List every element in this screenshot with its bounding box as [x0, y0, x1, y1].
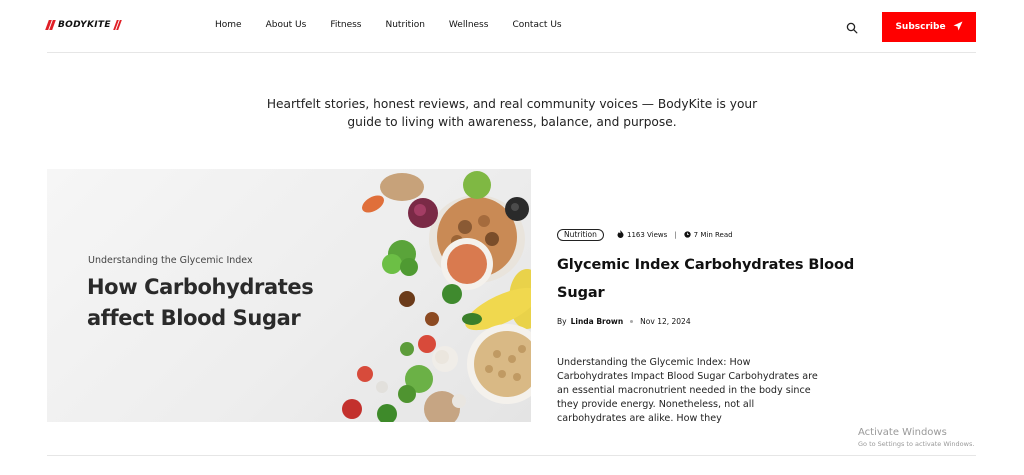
logo-slash-icon — [112, 20, 122, 30]
activate-windows-watermark: Activate Windows Go to Settings to activ… — [858, 426, 974, 449]
watermark-subtitle: Go to Settings to activate Windows. — [858, 440, 975, 448]
byline-prefix: By — [557, 317, 567, 326]
send-icon — [953, 21, 963, 34]
brand-logo[interactable]: BODYKITE — [45, 20, 122, 30]
nav-nutrition[interactable]: Nutrition — [386, 20, 425, 30]
nav-wellness[interactable]: Wellness — [449, 20, 489, 30]
logo-mark-icon — [45, 20, 56, 30]
article-title[interactable]: Glycemic Index Carbohydrates Blood Sugar — [557, 251, 857, 307]
clock-icon — [684, 230, 691, 240]
site-tagline: Heartfelt stories, honest reviews, and r… — [266, 97, 758, 129]
post-stats: 1163 Views | 7 Min Read — [617, 230, 733, 240]
nav-contact-us[interactable]: Contact Us — [512, 20, 561, 30]
category-badge[interactable]: Nutrition — [557, 229, 604, 241]
header-divider — [47, 52, 976, 53]
search-icon[interactable] — [846, 21, 858, 34]
byline-dot — [630, 320, 634, 323]
featured-image[interactable]: Understanding the Glycemic Index How Car… — [47, 169, 531, 422]
nav-home[interactable]: Home — [215, 20, 242, 30]
subscribe-label: Subscribe — [895, 22, 946, 32]
section-divider — [47, 455, 976, 456]
watermark-title: Activate Windows — [858, 427, 947, 438]
brand-name: BODYKITE — [58, 20, 111, 30]
subscribe-button[interactable]: Subscribe — [882, 12, 976, 42]
nav-about-us[interactable]: About Us — [266, 20, 307, 30]
post-date: Nov 12, 2024 — [640, 317, 691, 326]
main-nav: Home About Us Fitness Nutrition Wellness… — [215, 20, 586, 30]
views-count: 1163 Views — [627, 231, 668, 239]
byline: By Linda Brown Nov 12, 2024 — [557, 317, 691, 326]
nav-fitness[interactable]: Fitness — [330, 20, 361, 30]
article-excerpt: Understanding the Glycemic Index: How Ca… — [557, 357, 818, 424]
read-time: 7 Min Read — [693, 231, 733, 239]
author-link[interactable]: Linda Brown — [571, 317, 624, 326]
image-subtitle: Understanding the Glycemic Index — [88, 255, 253, 266]
stats-separator: | — [674, 231, 677, 239]
site-header: BODYKITE Home About Us Fitness Nutrition… — [0, 0, 1024, 53]
image-title: How Carbohydrates affect Blood Sugar — [87, 275, 314, 330]
flame-icon — [617, 230, 624, 240]
